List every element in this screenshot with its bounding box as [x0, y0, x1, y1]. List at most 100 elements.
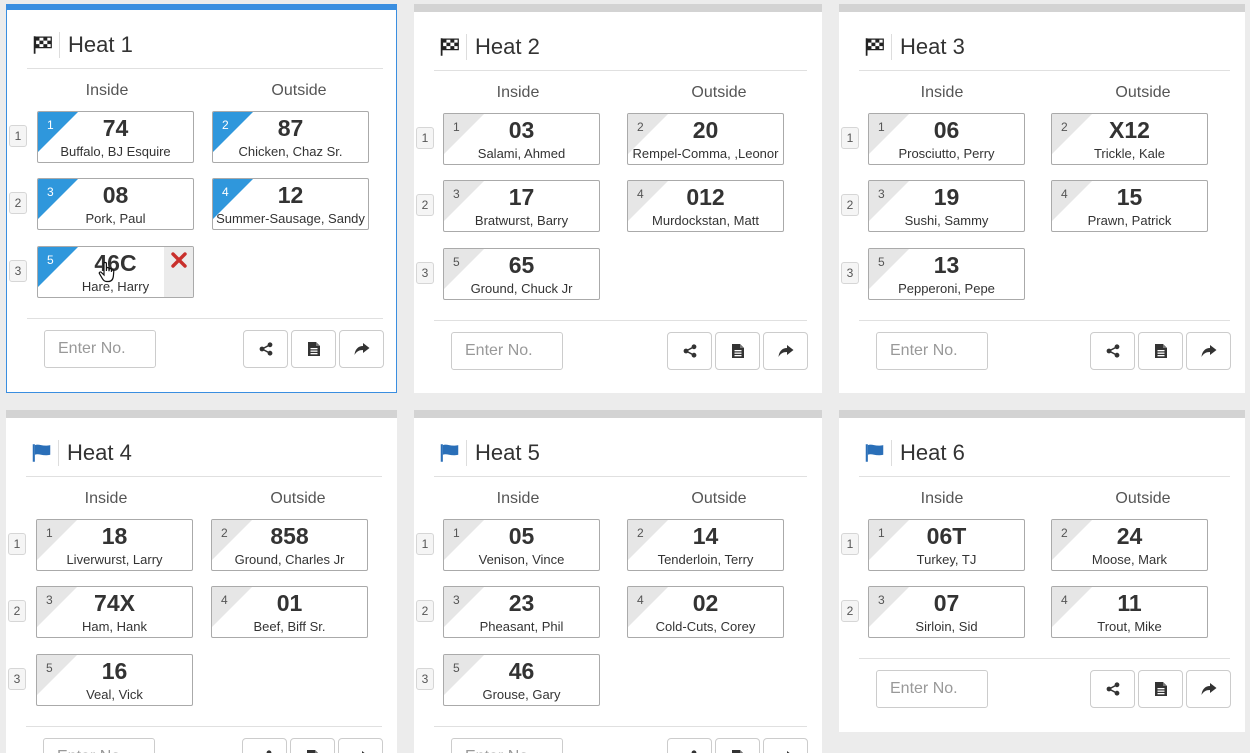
racer-name: Veal, Vick	[86, 687, 143, 702]
car-entry[interactable]: 2 24 Moose, Mark	[1051, 519, 1208, 571]
car-number: 87	[277, 115, 304, 141]
car-entry[interactable]: 2 X12 Trickle, Kale	[1051, 113, 1208, 165]
checkered-flag-icon	[439, 34, 467, 60]
car-entry[interactable]: 4 11 Trout, Mike	[1051, 586, 1208, 638]
share-button[interactable]	[242, 738, 287, 753]
next-heat-button[interactable]	[1186, 670, 1231, 708]
car-entry[interactable]: 1 74 Buffalo, BJ Esquire	[37, 111, 194, 163]
car-entry[interactable]: 3 07 Sirloin, Sid	[868, 586, 1025, 638]
hand-pointer-cursor	[98, 261, 116, 288]
car-number: 12	[277, 182, 304, 208]
lane-number-badge: 1	[416, 127, 434, 149]
car-entry[interactable]: 4 15 Prawn, Patrick	[1051, 180, 1208, 232]
report-button[interactable]	[1138, 670, 1183, 708]
divider	[434, 320, 807, 321]
share-button[interactable]	[1090, 670, 1135, 708]
outside-column-header: Outside	[691, 490, 747, 507]
car-entry[interactable]: 4 01 Beef, Biff Sr.	[211, 586, 368, 638]
share-button[interactable]	[667, 332, 712, 370]
car-entry[interactable]: 1 05 Venison, Vince	[443, 519, 600, 571]
racer-name: Bratwurst, Barry	[474, 213, 569, 228]
car-entry[interactable]: 2 87 Chicken, Chaz Sr.	[212, 111, 369, 163]
lane-number-badge: 2	[9, 192, 27, 214]
report-button[interactable]	[715, 738, 760, 753]
divider	[27, 318, 383, 319]
next-heat-button[interactable]	[763, 738, 808, 753]
racer-name: Trout, Mike	[1097, 619, 1162, 634]
heat-header: Heat 4	[31, 438, 132, 468]
car-entry[interactable]: 3 17 Bratwurst, Barry	[443, 180, 600, 232]
racer-name: Buffalo, BJ Esquire	[60, 144, 171, 159]
heat-panel: Heat 4 Inside Outside 1 2 3 1 18 Liverwurst, Lar…	[6, 410, 397, 753]
report-button[interactable]	[291, 330, 336, 368]
lane-number-badge: 1	[9, 125, 27, 147]
car-entry[interactable]: 1 06T Turkey, TJ	[868, 519, 1025, 571]
heat-panel: Heat 2 Inside Outside 1 2 3 1 03 Salami, Ahmed 2 2…	[414, 4, 822, 393]
car-number: 14	[692, 523, 719, 549]
car-entry[interactable]: 5 65 Ground, Chuck Jr	[443, 248, 600, 300]
car-entry[interactable]: 3 08 Pork, Paul	[37, 178, 194, 230]
car-number: 13	[933, 252, 960, 278]
car-entry[interactable]: 2 14 Tenderloin, Terry	[627, 519, 784, 571]
car-entry[interactable]: 1 03 Salami, Ahmed	[443, 113, 600, 165]
share-icon	[683, 344, 697, 358]
car-entry[interactable]: 4 12 Summer-Sausage, Sandy	[212, 178, 369, 230]
heat-title: Heat 1	[68, 32, 133, 57]
report-button[interactable]	[1138, 332, 1183, 370]
car-number: 02	[692, 590, 719, 616]
car-number: 24	[1116, 523, 1143, 549]
next-heat-button[interactable]	[339, 330, 384, 368]
lane-number-badge: 3	[8, 668, 26, 690]
next-heat-button[interactable]	[338, 738, 383, 753]
racer-name: Ham, Hank	[81, 619, 148, 634]
car-entry[interactable]: 4 02 Cold-Cuts, Corey	[627, 586, 784, 638]
enter-car-number-input[interactable]	[451, 332, 563, 370]
racer-name: Prosciutto, Perry	[898, 146, 995, 161]
outside-column-header: Outside	[271, 82, 327, 99]
racer-name: Grouse, Gary	[482, 687, 561, 702]
heat-title: Heat 2	[475, 34, 540, 59]
car-entry[interactable]: 5 13 Pepperoni, Pepe	[868, 248, 1025, 300]
car-entry[interactable]: 3 23 Pheasant, Phil	[443, 586, 600, 638]
enter-car-number-input[interactable]	[451, 738, 563, 753]
car-entry[interactable]: 1 06 Prosciutto, Perry	[868, 113, 1025, 165]
car-number: 23	[508, 590, 535, 616]
enter-car-number-input[interactable]	[44, 330, 156, 368]
remove-icon[interactable]	[164, 247, 193, 297]
enter-car-number-input[interactable]	[876, 670, 988, 708]
lane-number-badge: 2	[841, 600, 859, 622]
share-button[interactable]	[1090, 332, 1135, 370]
car-number: 08	[102, 182, 129, 208]
divider	[434, 476, 807, 477]
car-entry[interactable]: 4 012 Murdockstan, Matt	[627, 180, 784, 232]
car-number: 18	[101, 523, 128, 549]
car-number: 03	[508, 117, 535, 143]
lane-number-badge: 3	[9, 260, 27, 282]
car-entry[interactable]: 5 16 Veal, Vick	[36, 654, 193, 706]
car-number: 74X	[94, 590, 135, 616]
share-button[interactable]	[243, 330, 288, 368]
car-entry[interactable]: 2 858 Ground, Charles Jr	[211, 519, 368, 571]
racer-name: Chicken, Chaz Sr.	[238, 144, 343, 159]
lane-number-badge: 2	[841, 194, 859, 216]
racer-name: Turkey, TJ	[916, 552, 977, 567]
lane-number-badge: 1	[841, 127, 859, 149]
share-button[interactable]	[667, 738, 712, 753]
car-entry[interactable]: 5 46C Hare, Harry	[37, 246, 194, 298]
report-button[interactable]	[290, 738, 335, 753]
car-entry[interactable]: 2 20 Rempel-Comma, ,Leonor	[627, 113, 784, 165]
car-entry[interactable]: 1 18 Liverwurst, Larry	[36, 519, 193, 571]
enter-car-number-input[interactable]	[43, 738, 155, 753]
car-number: 20	[692, 117, 719, 143]
report-button[interactable]	[715, 332, 760, 370]
car-entry[interactable]: 3 19 Sushi, Sammy	[868, 180, 1025, 232]
next-heat-button[interactable]	[763, 332, 808, 370]
car-number: 17	[508, 184, 535, 210]
enter-car-number-input[interactable]	[876, 332, 988, 370]
inside-column-header: Inside	[920, 490, 964, 507]
divider	[859, 658, 1230, 659]
car-entry[interactable]: 3 74X Ham, Hank	[36, 586, 193, 638]
next-heat-button[interactable]	[1186, 332, 1231, 370]
lane-number-badge: 2	[416, 194, 434, 216]
car-entry[interactable]: 5 46 Grouse, Gary	[443, 654, 600, 706]
